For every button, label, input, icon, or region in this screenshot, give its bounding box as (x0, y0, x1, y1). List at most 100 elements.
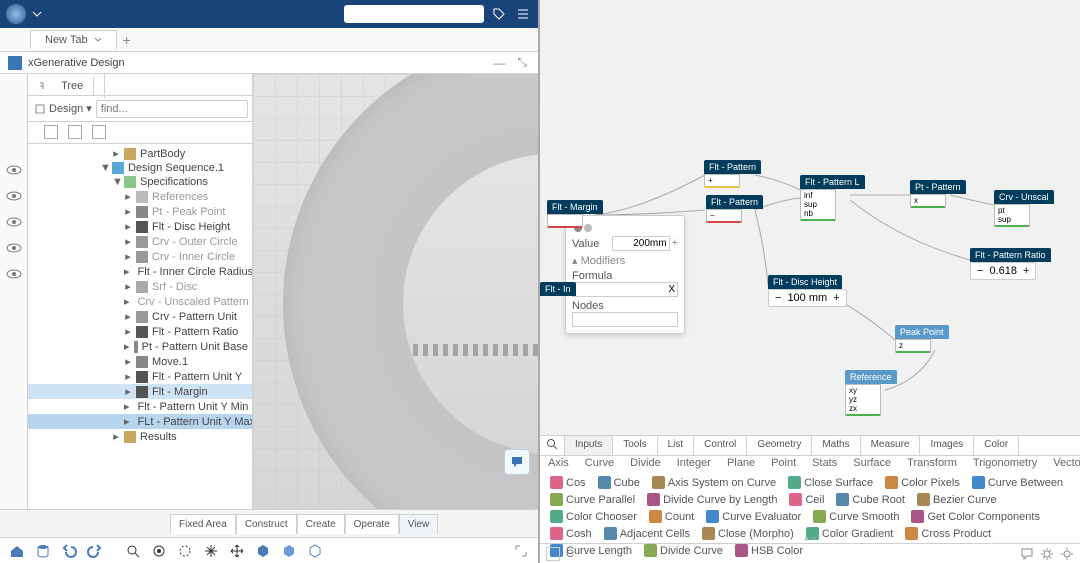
graph-node-header[interactable]: Flt - Pattern (704, 160, 761, 174)
graph-node-header[interactable]: Flt - Disc Height (768, 275, 842, 289)
tree-item[interactable]: ▸Flt - Inner Circle Radius (28, 264, 252, 279)
graph-node-slider[interactable]: −0.618+ (970, 262, 1036, 280)
ribbon-subtab[interactable]: Stats (804, 456, 845, 472)
ribbon-search-icon[interactable] (540, 436, 565, 455)
graph-node-header[interactable]: Reference (845, 370, 897, 384)
ribbon-tab[interactable]: Maths (812, 436, 860, 455)
tree-item[interactable]: ▸PartBody (28, 146, 252, 161)
graph-node-header[interactable]: Flt - In (540, 282, 576, 296)
ribbon-item[interactable]: Curve Smooth (813, 510, 899, 523)
global-search[interactable] (344, 5, 484, 23)
tree-item[interactable]: ▸Move.1 (28, 354, 252, 369)
minimize-button[interactable]: — (490, 56, 508, 70)
ribbon-item[interactable]: Color Gradient (806, 527, 894, 540)
bottom-tab[interactable]: Fixed Area (170, 514, 236, 534)
ribbon-item[interactable]: Curve Evaluator (706, 510, 801, 523)
graph-node-header[interactable]: Flt - Pattern Ratio (970, 248, 1051, 262)
tool-icon[interactable] (92, 125, 106, 139)
tree-item[interactable]: ▸Crv - Unscaled Pattern Unit (28, 294, 252, 309)
ribbon-subtab[interactable]: Point (763, 456, 804, 472)
fit-button[interactable] (148, 541, 170, 561)
ribbon-item[interactable]: Close Surface (788, 476, 873, 489)
graph-node-body[interactable]: x (910, 194, 946, 208)
chat-button[interactable] (504, 449, 530, 475)
modifiers-label[interactable]: ▴ Modifiers (572, 254, 678, 267)
graph-node-header[interactable]: Flt - Pattern (706, 195, 763, 209)
ribbon-item[interactable]: Adjacent Cells (604, 527, 690, 540)
ribbon-subtab[interactable]: Integer (669, 456, 719, 472)
tree-item[interactable]: ▸Crv - Outer Circle (28, 234, 252, 249)
ribbon-subtab[interactable]: Axis (540, 456, 577, 472)
ribbon-item[interactable]: Curve Between (972, 476, 1063, 489)
graph-node-body[interactable]: xy yz zx (845, 384, 881, 416)
ribbon-item[interactable]: Ceil (789, 493, 824, 506)
tree-item[interactable]: ▸Pt - Peak Point (28, 204, 252, 219)
spec-tree[interactable]: ▸PartBody▼Design Sequence.1▼Specificatio… (28, 144, 252, 509)
ribbon-item[interactable]: Color Chooser (550, 510, 637, 523)
tree-item[interactable]: ▸Flt - Pattern Ratio (28, 324, 252, 339)
ribbon-item[interactable]: HSB Color (735, 544, 803, 557)
eye-icon[interactable] (6, 242, 22, 254)
db-button[interactable] (32, 541, 54, 561)
ribbon-tab[interactable]: Geometry (747, 436, 812, 455)
tree-item[interactable]: ▸Flt - Disc Height (28, 219, 252, 234)
wire-button[interactable] (304, 541, 326, 561)
pan-button[interactable] (200, 541, 222, 561)
eye-icon[interactable] (6, 268, 22, 280)
ribbon-subtab[interactable]: Curve (577, 456, 622, 472)
menu-icon[interactable] (514, 5, 532, 23)
graph-node-body[interactable]: + (704, 174, 740, 188)
graph-node-body[interactable]: inf sup nb (800, 189, 836, 221)
ribbon-item[interactable]: Color Pixels (885, 476, 960, 489)
ribbon-item[interactable]: Get Color Components (911, 510, 1040, 523)
ribbon-tab[interactable]: Images (920, 436, 974, 455)
ribbon-item[interactable]: Curve Length (550, 544, 632, 557)
minus-button[interactable]: − (977, 265, 983, 277)
plus-icon[interactable]: + (672, 237, 678, 249)
bottom-tab[interactable]: Create (297, 514, 345, 534)
graph-node-header[interactable]: Peak Point (895, 325, 949, 339)
graph-node-header[interactable]: Pt - Pattern (910, 180, 966, 194)
ribbon-item[interactable]: Cos (550, 476, 586, 489)
graph-canvas[interactable]: Value + ▴ Modifiers Formula Nodes Flt - … (540, 0, 1080, 435)
speech-icon[interactable] (1020, 547, 1034, 561)
eye-icon[interactable] (6, 190, 22, 202)
tree-item[interactable]: ▸Srf - Disc (28, 279, 252, 294)
ribbon-item[interactable]: Cross Product (905, 527, 991, 540)
tool-icon[interactable] (68, 125, 82, 139)
tree-item[interactable]: ▸Flt - Pattern Unit Y (28, 369, 252, 384)
add-tab-button[interactable]: + (123, 32, 131, 48)
ribbon-tab[interactable]: Measure (861, 436, 921, 455)
ribbon-item[interactable]: Bezier Curve (917, 493, 997, 506)
nodes-input[interactable] (572, 312, 678, 327)
ribbon-subtab[interactable]: Transform (899, 456, 965, 472)
ribbon-tab[interactable]: List (658, 436, 695, 455)
ribbon-tab[interactable]: Tools (613, 436, 657, 455)
tree-item[interactable]: ▼Design Sequence.1 (28, 161, 252, 175)
viewport-3d[interactable] (253, 74, 538, 509)
ribbon-item[interactable]: Divide Curve by Length (647, 493, 777, 506)
tag-icon[interactable] (490, 5, 508, 23)
graph-node-slider[interactable]: −100 mm+ (768, 289, 847, 307)
graph-node-body[interactable]: − (706, 209, 742, 223)
move-button[interactable] (226, 541, 248, 561)
eye-icon[interactable] (6, 164, 22, 176)
tree-item[interactable]: ▼Specifications (28, 175, 252, 189)
ribbon-item[interactable]: Axis System on Curve (652, 476, 776, 489)
ribbon-item[interactable]: Cube Root (836, 493, 905, 506)
graph-node-header[interactable]: Flt - Margin (547, 200, 603, 214)
ribbon-item[interactable]: Count (649, 510, 694, 523)
ribbon-subtab[interactable]: Plane (719, 456, 763, 472)
global-search-input[interactable] (348, 8, 484, 21)
ribbon-tab[interactable]: Color (974, 436, 1019, 455)
graph-node-body[interactable] (547, 214, 583, 228)
bottom-tab[interactable]: Construct (236, 514, 297, 534)
tool-icon[interactable] (44, 125, 58, 139)
graph-node-header[interactable]: Flt - Pattern L (800, 175, 865, 189)
eye-icon[interactable] (6, 216, 22, 228)
graph-node-body[interactable]: pt sup (994, 204, 1030, 227)
ribbon-tab[interactable]: Control (694, 436, 747, 455)
shade2-button[interactable] (278, 541, 300, 561)
tree-item[interactable]: ▸Flt - Margin (28, 384, 252, 399)
graph-node-body[interactable]: z (895, 339, 931, 353)
